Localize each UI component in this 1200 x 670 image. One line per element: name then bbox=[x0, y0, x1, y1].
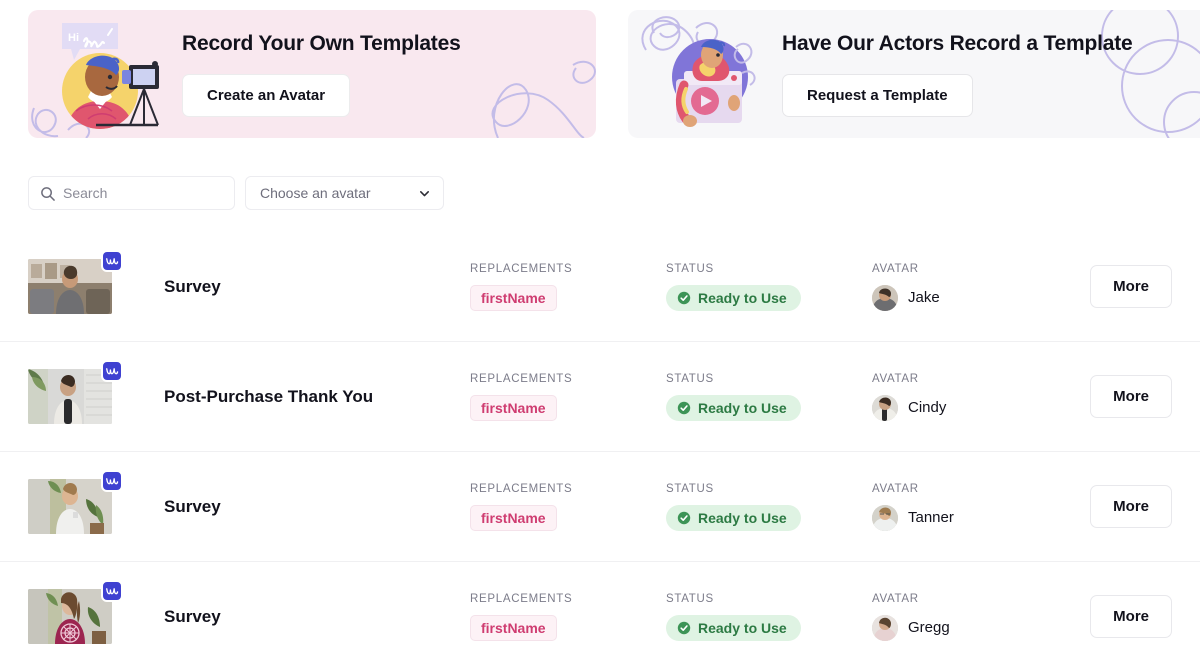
avatar-column-header: AVATAR bbox=[872, 372, 919, 385]
status-column-header: STATUS bbox=[666, 592, 714, 605]
more-button[interactable]: More bbox=[1090, 595, 1172, 638]
replacement-tag[interactable]: firstName bbox=[470, 284, 557, 311]
status-badge: Ready to Use bbox=[666, 394, 801, 421]
banner-title: Have Our Actors Record a Template bbox=[782, 31, 1133, 55]
more-button[interactable]: More bbox=[1090, 375, 1172, 418]
replacement-tag[interactable]: firstName bbox=[470, 394, 557, 421]
avatar-select-value: Choose an avatar bbox=[260, 185, 371, 201]
avatar-cell: AVATAR Jake bbox=[872, 263, 1078, 311]
wistia-w-logo-icon bbox=[101, 360, 123, 382]
check-circle-icon bbox=[677, 401, 691, 414]
row-actions: More bbox=[1078, 595, 1172, 638]
row-actions: More bbox=[1078, 485, 1172, 528]
avatar-column-header: AVATAR bbox=[872, 482, 919, 495]
replacements-cell: REPLACEMENTS firstName bbox=[470, 263, 666, 311]
avatar bbox=[872, 394, 898, 421]
status-label: Ready to Use bbox=[698, 289, 787, 306]
template-thumbnail-cell[interactable] bbox=[28, 250, 136, 314]
replacements-cell: REPLACEMENTS firstName bbox=[470, 593, 666, 641]
replacements-column-header: REPLACEMENTS bbox=[470, 482, 573, 495]
more-button[interactable]: More bbox=[1090, 485, 1172, 528]
search-input[interactable] bbox=[63, 185, 234, 201]
replacements-column-header: REPLACEMENTS bbox=[470, 262, 573, 275]
table-row[interactable]: Survey REPLACEMENTS firstName STATUS Rea… bbox=[0, 452, 1200, 562]
replacements-cell: REPLACEMENTS firstName bbox=[470, 373, 666, 421]
template-thumbnail-cell[interactable] bbox=[28, 580, 136, 644]
search-icon bbox=[41, 187, 55, 201]
status-column-header: STATUS bbox=[666, 482, 714, 495]
template-thumbnail[interactable] bbox=[28, 479, 112, 534]
replacements-cell: REPLACEMENTS firstName bbox=[470, 483, 666, 531]
have-our-actors-illustration bbox=[650, 15, 768, 133]
avatar-name: Gregg bbox=[908, 619, 950, 636]
status-badge: Ready to Use bbox=[666, 614, 801, 641]
status-badge: Ready to Use bbox=[666, 504, 801, 531]
table-row[interactable]: Survey REPLACEMENTS firstName STATUS Rea… bbox=[0, 562, 1200, 670]
record-your-own-illustration: Hi bbox=[36, 15, 168, 133]
table-row[interactable]: Survey REPLACEMENTS firstName STATUS Rea… bbox=[0, 232, 1200, 342]
status-column-header: STATUS bbox=[666, 262, 714, 275]
avatar-column-header: AVATAR bbox=[872, 262, 919, 275]
avatar-select[interactable]: Choose an avatar bbox=[245, 176, 444, 210]
row-actions: More bbox=[1078, 375, 1172, 418]
banner-have-our-actors-record: Have Our Actors Record a Template Reques… bbox=[628, 10, 1200, 138]
status-label: Ready to Use bbox=[698, 619, 787, 636]
replacement-tag[interactable]: firstName bbox=[470, 614, 557, 641]
avatar-name: Jake bbox=[908, 289, 940, 306]
status-cell: STATUS Ready to Use bbox=[666, 263, 872, 311]
wistia-w-logo-icon bbox=[101, 250, 123, 272]
avatar bbox=[872, 504, 898, 531]
template-title: Post-Purchase Thank You bbox=[164, 386, 374, 406]
table-row[interactable]: Post-Purchase Thank You REPLACEMENTS fir… bbox=[0, 342, 1200, 452]
avatar-cell: AVATAR Tanner bbox=[872, 483, 1078, 531]
check-circle-icon bbox=[677, 621, 691, 634]
template-thumbnail[interactable] bbox=[28, 369, 112, 424]
avatar-cell: AVATAR Gregg bbox=[872, 593, 1078, 641]
chevron-down-icon bbox=[419, 190, 430, 196]
templates-table: Survey REPLACEMENTS firstName STATUS Rea… bbox=[0, 232, 1200, 670]
check-circle-icon bbox=[677, 511, 691, 524]
status-label: Ready to Use bbox=[698, 399, 787, 416]
row-actions: More bbox=[1078, 265, 1172, 308]
request-a-template-button[interactable]: Request a Template bbox=[782, 73, 973, 117]
template-thumbnail-cell[interactable] bbox=[28, 470, 136, 534]
avatar bbox=[872, 614, 898, 641]
template-title: Survey bbox=[164, 496, 221, 516]
replacements-column-header: REPLACEMENTS bbox=[470, 592, 573, 605]
replacements-column-header: REPLACEMENTS bbox=[470, 372, 573, 385]
avatar-name: Cindy bbox=[908, 399, 947, 416]
banner-title: Record Your Own Templates bbox=[182, 31, 461, 55]
promo-banners: Hi Record Your Own Templates Create an A… bbox=[0, 0, 1200, 138]
template-thumbnail[interactable] bbox=[28, 589, 112, 644]
template-thumbnail[interactable] bbox=[28, 259, 112, 314]
search-box[interactable] bbox=[28, 176, 235, 210]
wistia-w-logo-icon bbox=[101, 580, 123, 602]
create-an-avatar-button[interactable]: Create an Avatar bbox=[182, 73, 351, 117]
template-title: Survey bbox=[164, 606, 221, 626]
template-thumbnail-cell[interactable] bbox=[28, 360, 136, 424]
avatar bbox=[872, 284, 898, 311]
status-cell: STATUS Ready to Use bbox=[666, 483, 872, 531]
avatar-name: Tanner bbox=[908, 509, 954, 526]
more-button[interactable]: More bbox=[1090, 265, 1172, 308]
wistia-w-logo-icon bbox=[101, 470, 123, 492]
filter-bar: Choose an avatar bbox=[0, 138, 1200, 210]
banner-record-your-own: Hi Record Your Own Templates Create an A… bbox=[28, 10, 596, 138]
status-label: Ready to Use bbox=[698, 509, 787, 526]
avatar-cell: AVATAR Cindy bbox=[872, 373, 1078, 421]
svg-text:Hi: Hi bbox=[68, 32, 79, 44]
status-cell: STATUS Ready to Use bbox=[666, 373, 872, 421]
status-badge: Ready to Use bbox=[666, 284, 801, 311]
template-title: Survey bbox=[164, 276, 221, 296]
check-circle-icon bbox=[677, 291, 691, 304]
avatar-column-header: AVATAR bbox=[872, 592, 919, 605]
replacement-tag[interactable]: firstName bbox=[470, 504, 557, 531]
status-column-header: STATUS bbox=[666, 372, 714, 385]
status-cell: STATUS Ready to Use bbox=[666, 593, 872, 641]
